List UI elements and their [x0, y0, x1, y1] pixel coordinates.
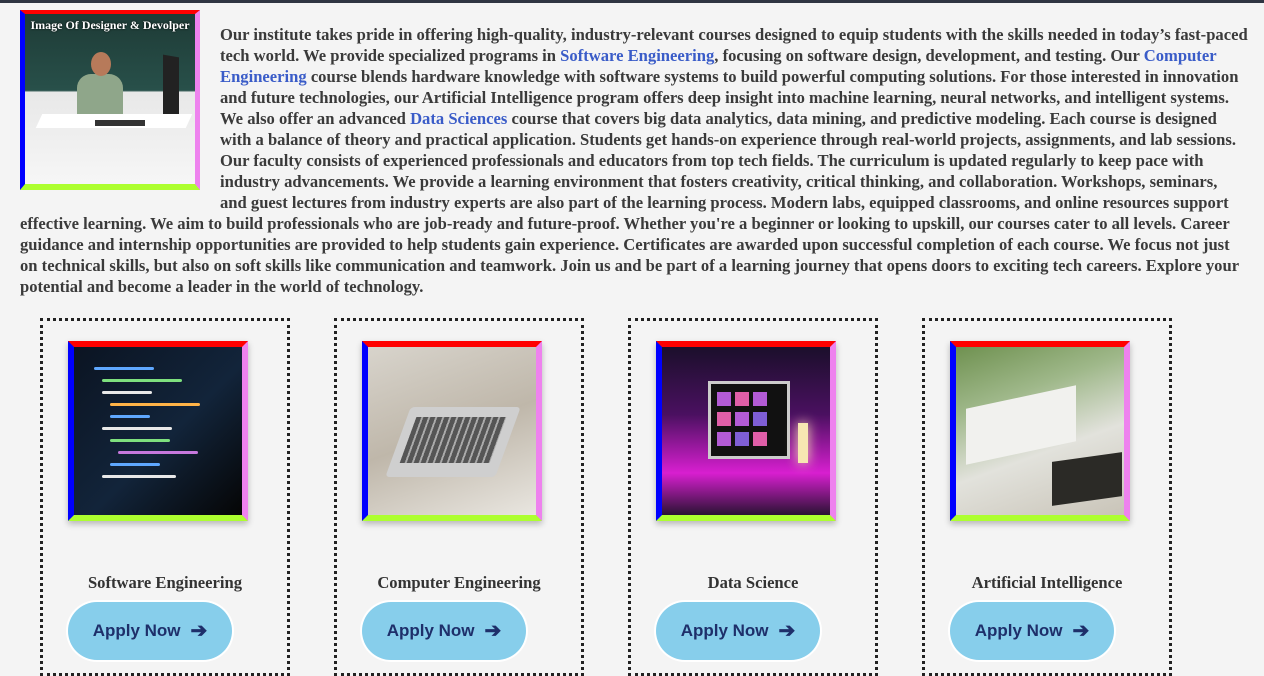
arrow-right-icon: ➔ — [484, 620, 502, 642]
arrow-right-icon: ➔ — [1072, 620, 1090, 642]
software-engineering-link[interactable]: Software Engineering — [560, 46, 714, 65]
monitor-shape — [163, 54, 179, 120]
laptop-keys-shape — [399, 417, 507, 463]
designer-image-caption: Image Of Designer & Devolper — [30, 18, 190, 32]
lamp-shape — [798, 423, 808, 463]
intro-section: Image Of Designer & Devolper Our institu… — [20, 10, 1248, 297]
designer-image: Image Of Designer & Devolper — [20, 10, 200, 190]
apply-now-label: Apply Now — [386, 621, 475, 640]
computer-engineering-image — [362, 341, 542, 521]
open-book-shape — [966, 385, 1076, 465]
designer-head — [91, 52, 111, 76]
notebook-shape — [1052, 452, 1122, 506]
artificial-intelligence-image — [950, 341, 1130, 521]
course-card-artificial-intelligence: Artificial Intelligence Apply Now ➔ — [922, 318, 1172, 676]
apply-now-label: Apply Now — [974, 621, 1063, 640]
keyboard-shape — [95, 120, 145, 126]
course-card-computer-engineering: Computer Engineering Apply Now ➔ — [334, 318, 584, 676]
apply-now-button[interactable]: Apply Now ➔ — [950, 602, 1114, 660]
course-card-software-engineering: Software Engineering Apply Now ➔ — [40, 318, 290, 676]
monitor-screen-shape — [708, 381, 790, 459]
intro-text-4: course that covers big data analytics, d… — [20, 109, 1239, 296]
apply-now-button[interactable]: Apply Now ➔ — [362, 602, 526, 660]
apply-now-button[interactable]: Apply Now ➔ — [68, 602, 232, 660]
top-bar — [0, 0, 1264, 3]
software-engineering-image — [68, 341, 248, 521]
intro-paragraph: Our institute takes pride in offering hi… — [20, 24, 1248, 297]
data-science-image — [656, 341, 836, 521]
card-title: Software Engineering — [87, 573, 243, 592]
course-card-data-science: Data Science Apply Now ➔ — [628, 318, 878, 676]
data-sciences-link[interactable]: Data Sciences — [410, 109, 507, 128]
arrow-right-icon: ➔ — [190, 620, 208, 642]
arrow-right-icon: ➔ — [778, 620, 796, 642]
intro-text-2: , focusing on software design, developme… — [714, 46, 1144, 65]
apply-now-label: Apply Now — [92, 621, 181, 640]
card-title: Data Science — [707, 573, 799, 592]
apply-now-button[interactable]: Apply Now ➔ — [656, 602, 820, 660]
apply-now-label: Apply Now — [680, 621, 769, 640]
card-title: Artificial Intelligence — [971, 573, 1123, 592]
card-title: Computer Engineering — [377, 573, 541, 592]
